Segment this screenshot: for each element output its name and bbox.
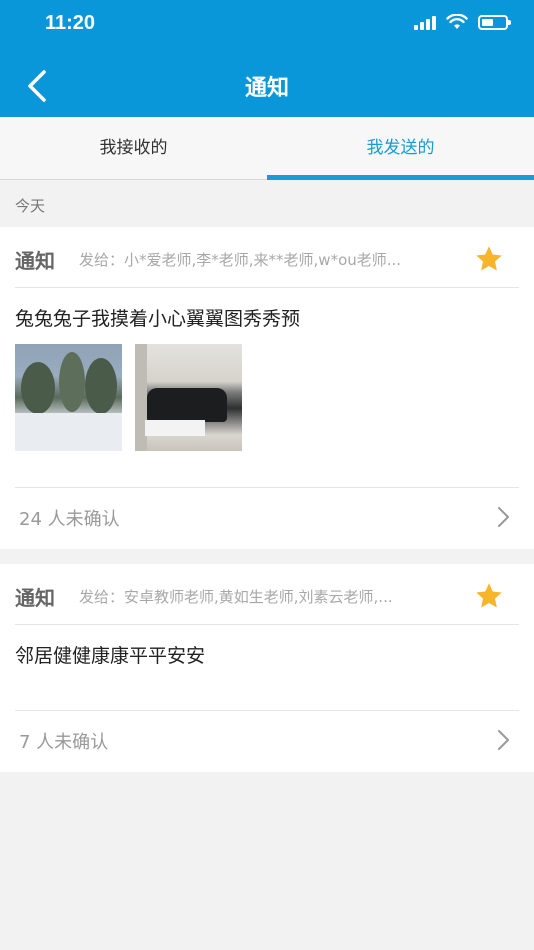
unconfirmed-count: 7 人未确认 bbox=[19, 732, 109, 753]
navigation-bar: 11:20 通知 bbox=[0, 0, 534, 117]
unconfirmed-row[interactable]: 24 人未确认 bbox=[15, 487, 519, 547]
unconfirmed-row[interactable]: 7 人未确认 bbox=[15, 710, 519, 770]
notice-card[interactable]: 通知 发给：小*爱老师,李*老师,来**老师,w*ou老师... 兔兔兔子我摸着… bbox=[0, 227, 534, 549]
notice-header: 通知 发给：小*爱老师,李*老师,来**老师,w*ou老师... bbox=[15, 227, 519, 288]
snow-landscape-photo[interactable] bbox=[15, 344, 122, 451]
active-tab-indicator bbox=[267, 175, 534, 180]
chevron-right-icon bbox=[498, 730, 509, 750]
section-date-label: 今天 bbox=[15, 197, 46, 215]
notice-type: 通知 bbox=[15, 249, 55, 273]
car-showroom-photo[interactable] bbox=[135, 344, 242, 451]
page-title: 通知 bbox=[244, 76, 289, 101]
notice-card[interactable]: 通知 发给：安卓教师老师,黄如生老师,刘素云老师,... 邻居健健康康平平安安 … bbox=[0, 564, 534, 772]
tab-sent[interactable]: 我发送的 bbox=[267, 117, 534, 180]
wifi-icon bbox=[446, 14, 468, 29]
status-icons bbox=[414, 14, 511, 30]
status-time: 11:20 bbox=[45, 12, 96, 34]
notice-header: 通知 发给：安卓教师老师,黄如生老师,刘素云老师,... bbox=[15, 564, 519, 625]
tab-received[interactable]: 我接收的 bbox=[0, 117, 267, 180]
chevron-right-icon bbox=[498, 507, 509, 527]
battery-icon bbox=[478, 14, 511, 30]
notice-recipients: 发给：小*爱老师,李*老师,来**老师,w*ou老师... bbox=[79, 251, 402, 269]
notice-content: 邻居健健康康平平安安 bbox=[15, 645, 206, 667]
notice-content: 兔兔兔子我摸着小心翼翼图秀秀预 bbox=[15, 308, 301, 330]
signal-icon bbox=[414, 14, 436, 30]
unconfirmed-count: 24 人未确认 bbox=[19, 509, 120, 530]
star-icon[interactable] bbox=[474, 581, 504, 611]
notice-recipients: 发给：安卓教师老师,黄如生老师,刘素云老师,... bbox=[79, 588, 393, 606]
notice-type: 通知 bbox=[15, 586, 55, 610]
star-icon[interactable] bbox=[474, 244, 504, 274]
tab-bar: 我接收的 我发送的 bbox=[0, 117, 534, 180]
